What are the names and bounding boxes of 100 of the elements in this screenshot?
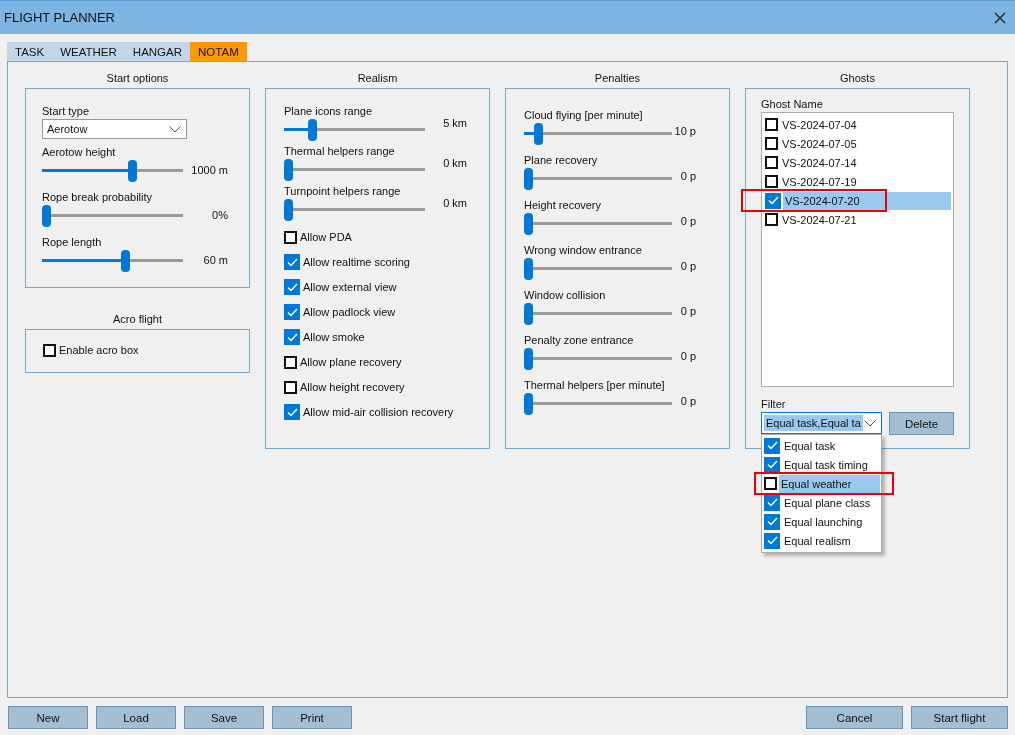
field-label: Filter — [761, 398, 787, 412]
slider-thumb[interactable] — [524, 393, 533, 415]
checkbox[interactable] — [765, 213, 778, 226]
list-item[interactable]: VS-2024-07-20 — [783, 191, 951, 210]
slider-fill — [284, 128, 310, 131]
footer-button[interactable]: Start flight — [911, 706, 1008, 729]
checkbox[interactable] — [765, 137, 778, 150]
slider-value: 60 m — [202, 253, 228, 266]
list-header: Ghost Name — [761, 98, 824, 112]
slider-value: 0 km — [442, 157, 467, 169]
close-icon[interactable] — [994, 11, 1006, 24]
checkbox[interactable] — [284, 279, 300, 295]
slider-label: Height recovery — [524, 199, 603, 213]
slider-label: Rope length — [42, 236, 103, 250]
list-item[interactable]: VS-2024-07-14 — [780, 153, 951, 172]
checkbox[interactable] — [284, 230, 297, 244]
checkbox[interactable] — [284, 254, 300, 270]
slider-thumb[interactable] — [533, 123, 543, 145]
slider-value: 0 p — [679, 395, 696, 407]
slider-thumb[interactable] — [42, 205, 51, 227]
checkbox[interactable] — [765, 118, 778, 131]
delete-button[interactable]: Delete — [889, 412, 954, 435]
slider-value: 0 p — [679, 215, 696, 227]
slider-label: Thermal helpers range — [284, 145, 396, 159]
window-title: FLIGHT PLANNER — [4, 10, 115, 25]
slider-value: 1000 m — [190, 163, 228, 176]
group-title: Ghosts — [839, 72, 876, 86]
slider-label: Plane icons range — [284, 105, 374, 119]
group-title: Penalties — [593, 72, 642, 86]
slider-thumb[interactable] — [524, 168, 533, 190]
checkbox[interactable] — [764, 477, 777, 490]
checkbox[interactable] — [284, 355, 297, 369]
checkbox-label[interactable]: Allow padlock view — [303, 306, 396, 318]
chevron-down-icon — [864, 419, 876, 427]
chevron-down-icon — [169, 125, 181, 133]
group-title: Start options — [105, 72, 170, 86]
filter-dropdown[interactable]: Equal task,Equal ta — [761, 412, 882, 434]
slider-fill — [524, 132, 535, 135]
list-item[interactable]: VS-2024-07-04 — [780, 115, 951, 134]
checkbox[interactable] — [764, 456, 780, 473]
checkbox-label[interactable]: Allow PDA — [300, 231, 352, 243]
slider-thumb[interactable] — [524, 213, 533, 235]
checkbox[interactable] — [764, 437, 780, 454]
checkbox[interactable] — [765, 192, 781, 209]
slider-thumb[interactable] — [284, 159, 293, 181]
checkbox[interactable] — [284, 404, 300, 420]
checkbox-label[interactable]: Allow smoke — [303, 331, 365, 343]
menu-item[interactable]: Equal launching — [782, 512, 880, 531]
group-title: Realism — [356, 72, 399, 86]
slider-value: 5 km — [442, 117, 467, 129]
slider-label: Turnpoint helpers range — [284, 185, 402, 199]
checkbox[interactable] — [765, 175, 778, 188]
menu-item[interactable]: Equal task timing — [782, 455, 880, 474]
menu-item[interactable]: Equal plane class — [782, 493, 880, 512]
start-type-dropdown[interactable]: Aerotow — [42, 119, 187, 139]
tab[interactable]: NOTAM — [190, 42, 247, 61]
checkbox[interactable] — [764, 532, 780, 549]
menu-item[interactable]: Equal task — [782, 436, 880, 455]
checkbox[interactable] — [43, 343, 56, 357]
menu-item[interactable]: Equal weather — [779, 474, 880, 493]
checkbox-label[interactable]: Allow realtime scoring — [303, 256, 410, 268]
checkbox-label[interactable]: Allow plane recovery — [300, 356, 402, 368]
footer-button[interactable]: New — [8, 706, 88, 729]
slider-label: Thermal helpers [per minute] — [524, 379, 666, 393]
field-label: Start type — [42, 105, 91, 119]
checkbox-label[interactable]: Allow mid-air collision recovery — [303, 406, 454, 418]
slider-label: Wrong window entrance — [524, 244, 643, 258]
footer-button[interactable]: Save — [184, 706, 264, 729]
checkbox-label[interactable]: Allow height recovery — [300, 381, 405, 393]
checkbox-label[interactable]: Allow external view — [303, 281, 397, 293]
slider-thumb[interactable] — [524, 303, 533, 325]
list-item[interactable]: VS-2024-07-05 — [780, 134, 951, 153]
checkbox[interactable] — [765, 156, 778, 169]
slider-value: 0 p — [679, 350, 696, 362]
slider-label: Aerotow height — [42, 146, 117, 160]
slider-thumb[interactable] — [524, 258, 533, 280]
checkbox[interactable] — [284, 304, 300, 320]
slider-value: 10 p — [673, 125, 696, 137]
footer-button[interactable]: Load — [96, 706, 176, 729]
slider-label: Penalty zone entrance — [524, 334, 635, 348]
checkbox-label[interactable]: Enable acro box — [59, 344, 139, 356]
checkbox[interactable] — [284, 380, 297, 394]
slider-label: Rope break probability — [42, 191, 154, 205]
checkbox[interactable] — [284, 329, 300, 345]
slider-thumb[interactable] — [307, 119, 317, 141]
footer-button[interactable]: Cancel — [806, 706, 903, 729]
slider-value: 0 km — [442, 197, 467, 209]
slider-thumb[interactable] — [121, 250, 131, 272]
list-item[interactable]: VS-2024-07-19 — [780, 172, 951, 191]
group-title: Acro flight — [112, 313, 163, 327]
footer-button[interactable]: Print — [272, 706, 352, 729]
slider-value: 0% — [211, 208, 228, 221]
slider-thumb[interactable] — [524, 348, 533, 370]
list-item[interactable]: VS-2024-07-21 — [780, 210, 951, 229]
checkbox[interactable] — [764, 513, 780, 530]
slider-label: Window collision — [524, 289, 607, 303]
slider-label: Cloud flying [per minute] — [524, 109, 644, 123]
menu-item[interactable]: Equal realism — [782, 531, 880, 550]
slider-thumb[interactable] — [127, 160, 137, 182]
slider-thumb[interactable] — [284, 199, 293, 221]
